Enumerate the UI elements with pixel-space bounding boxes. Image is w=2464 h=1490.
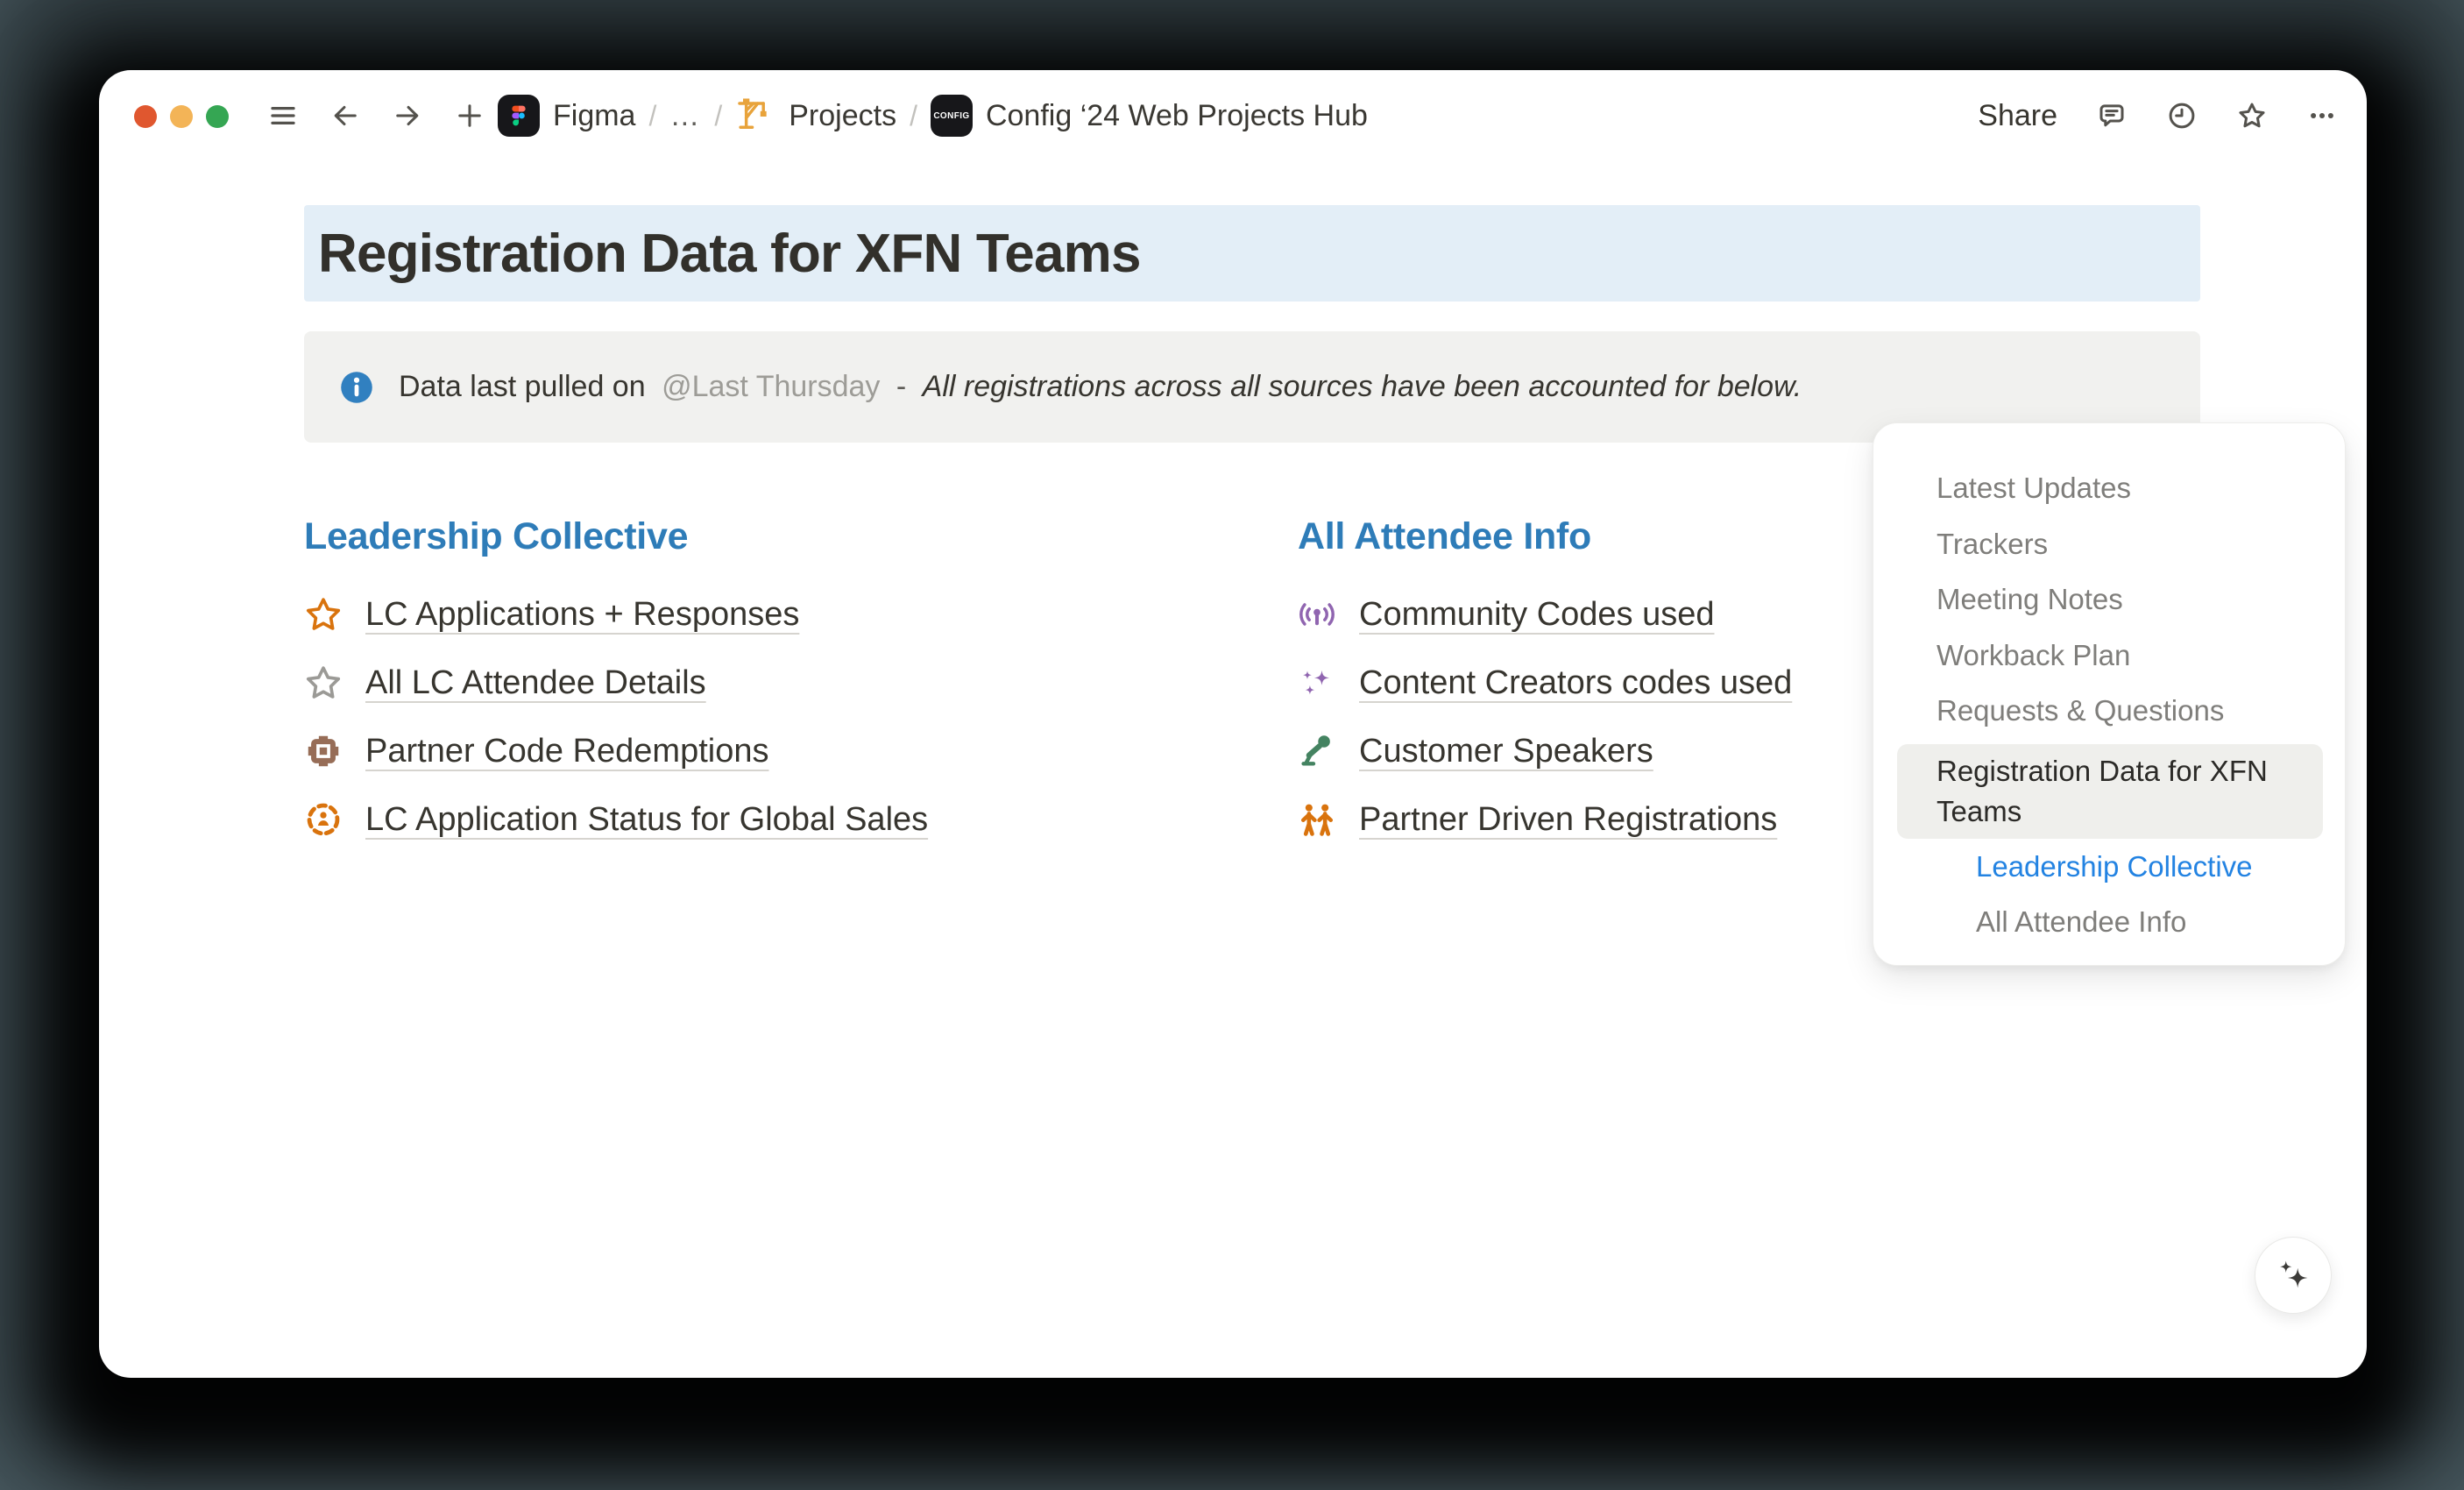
comments-icon [2096, 100, 2128, 131]
breadcrumb-separator: / [910, 100, 917, 132]
toc-item-trackers[interactable]: Trackers [1897, 516, 2323, 572]
breadcrumb-label: Projects [789, 99, 896, 133]
star-gray-icon [304, 663, 343, 702]
section-heading: All Attendee Info [1298, 515, 1792, 558]
toc-item-meeting-notes[interactable]: Meeting Notes [1897, 571, 2323, 628]
forward-button[interactable] [392, 98, 423, 133]
more-ellipsis-icon [2306, 100, 2338, 131]
breadcrumb-item-config-hub[interactable]: config Config ‘24 Web Projects Hub [931, 95, 1368, 137]
toc-item-leadership-collective[interactable]: Leadership Collective [1897, 839, 2323, 895]
back-button[interactable] [329, 98, 361, 133]
content-columns: Leadership Collective LC Applications + … [304, 515, 1792, 854]
plus-icon [454, 100, 485, 131]
broadcast-purple-icon [1298, 595, 1336, 634]
toc-item-all-attendee-info[interactable]: All Attendee Info [1897, 894, 2323, 950]
more-options-button[interactable] [2306, 98, 2338, 133]
breadcrumb-item-figma[interactable]: Figma [498, 95, 635, 137]
section-leadership-collective: Leadership Collective LC Applications + … [304, 515, 1298, 854]
hamburger-icon [267, 100, 299, 131]
list-item: All LC Attendee Details [304, 649, 1298, 717]
history-button[interactable] [2166, 98, 2198, 133]
info-icon [337, 368, 376, 407]
favorite-button[interactable] [2236, 98, 2268, 133]
list-item: Content Creators codes used [1298, 649, 1792, 717]
window-controls [134, 105, 229, 128]
page-title-block: Registration Data for XFN Teams [304, 205, 2200, 302]
toc-item-requests-questions[interactable]: Requests & Questions [1897, 683, 2323, 739]
ai-sparkles-button[interactable] [2255, 1237, 2332, 1314]
breadcrumb-separator: / [714, 100, 722, 132]
list-item: Partner Code Redemptions [304, 717, 1298, 785]
toolbar-right: Share [1978, 70, 2338, 161]
title-bar: Figma / … / [99, 70, 2367, 161]
figma-logo-icon [498, 95, 540, 137]
date-mention[interactable]: @Last Thursday [662, 370, 880, 403]
share-button[interactable]: Share [1978, 99, 2057, 133]
list-item: Partner Driven Registrations [1298, 785, 1792, 854]
minimize-window-button[interactable] [170, 105, 193, 128]
breadcrumb-label: Figma [553, 99, 635, 133]
breadcrumb-collapsed-pages[interactable]: … [669, 99, 701, 133]
list-item: LC Application Status for Global Sales [304, 785, 1298, 854]
page-link[interactable]: Partner Driven Registrations [1359, 801, 1777, 839]
page-link[interactable]: All LC Attendee Details [365, 664, 706, 702]
page-title: Registration Data for XFN Teams [304, 223, 1141, 285]
dashed-circle-orange-icon [304, 800, 343, 839]
history-clock-icon [2166, 100, 2198, 131]
list-item: Customer Speakers [1298, 717, 1792, 785]
callout-prefix: Data last pulled on [399, 370, 646, 403]
list-item: LC Applications + Responses [304, 580, 1298, 649]
table-of-contents-panel: Latest Updates Trackers Meeting Notes Wo… [1873, 422, 2346, 966]
page-link[interactable]: LC Application Status for Global Sales [365, 801, 928, 839]
toc-item-registration-data-active[interactable]: Registration Data for XFN Teams [1897, 744, 2323, 839]
toc-item-latest-updates[interactable]: Latest Updates [1897, 460, 2323, 516]
app-window: Figma / … / [99, 70, 2367, 1378]
callout-dash: - [896, 370, 906, 403]
breadcrumb: Figma / … / [498, 70, 1368, 161]
favorite-star-icon [2236, 100, 2268, 131]
microphone-green-icon [1298, 732, 1336, 770]
page-link[interactable]: Community Codes used [1359, 596, 1715, 634]
list-item: Community Codes used [1298, 580, 1792, 649]
frame-brown-icon [304, 732, 343, 770]
section-all-attendee-info: All Attendee Info Community Cod [1298, 515, 1792, 854]
zoom-window-button[interactable] [206, 105, 229, 128]
sidebar-menu-button[interactable] [267, 98, 299, 133]
page-link[interactable]: Content Creators codes used [1359, 664, 1792, 702]
sparkles-purple-icon [1298, 663, 1336, 702]
people-orange-icon [1298, 800, 1336, 839]
breadcrumb-separator: / [648, 100, 656, 132]
sparkles-icon [2270, 1252, 2316, 1298]
callout-italic-text: All registrations across all sources hav… [923, 370, 1802, 403]
close-window-button[interactable] [134, 105, 157, 128]
new-page-button[interactable] [454, 98, 485, 133]
comments-button[interactable] [2096, 98, 2128, 133]
page-link[interactable]: Partner Code Redemptions [365, 733, 768, 770]
callout-text: Data last pulled on @Last Thursday - All… [399, 370, 1802, 404]
star-orange-icon [304, 595, 343, 634]
arrow-left-icon [329, 100, 361, 131]
arrow-right-icon [392, 100, 423, 131]
crane-icon [735, 92, 775, 140]
breadcrumb-item-projects[interactable]: Projects [735, 92, 896, 140]
nav-buttons [267, 98, 485, 133]
toc-item-workback-plan[interactable]: Workback Plan [1897, 628, 2323, 684]
section-heading: Leadership Collective [304, 515, 1298, 558]
page-link[interactable]: LC Applications + Responses [365, 596, 799, 634]
breadcrumb-label: Config ‘24 Web Projects Hub [986, 99, 1368, 133]
config-logo-icon: config [931, 95, 973, 137]
page-link[interactable]: Customer Speakers [1359, 733, 1653, 770]
